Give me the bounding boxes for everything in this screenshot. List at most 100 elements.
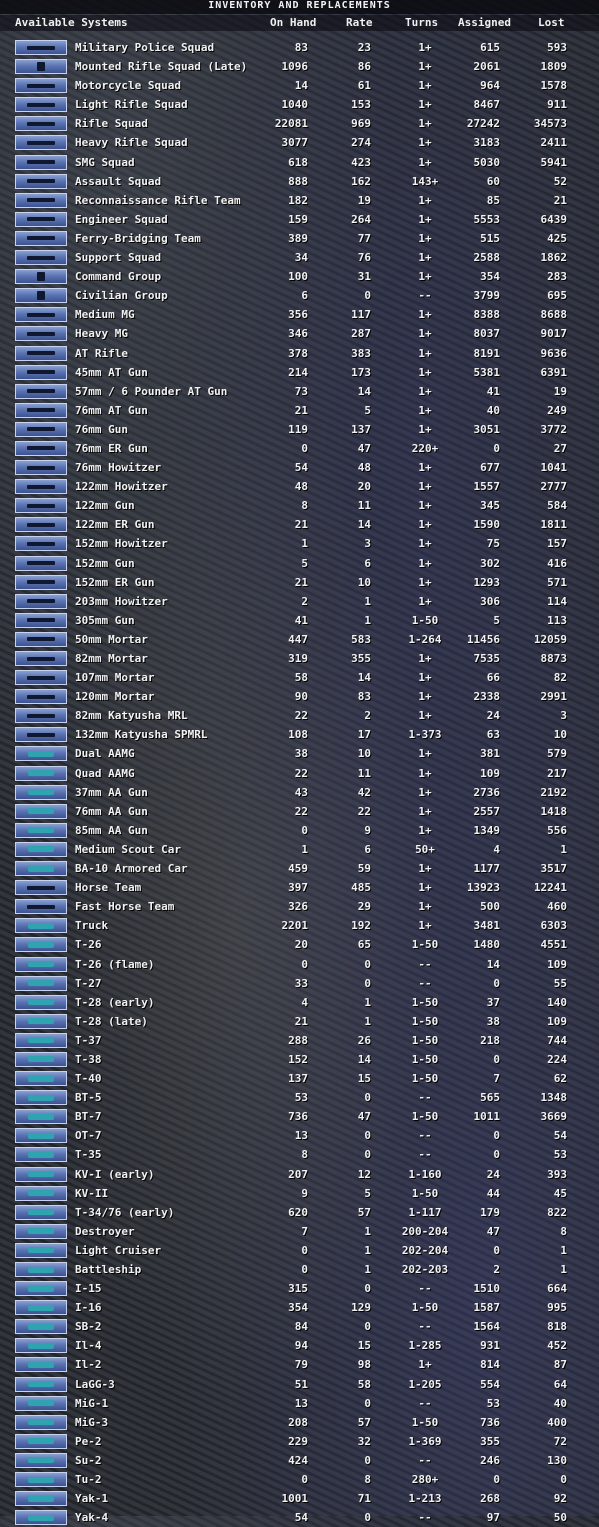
table-row[interactable]: OT-7 13 0 -- 0 54: [0, 1126, 599, 1145]
table-row[interactable]: Civilian Group 6 0 -- 3799 695: [0, 286, 599, 305]
tank-icon[interactable]: [15, 1128, 67, 1144]
table-row[interactable]: 305mm Gun 41 1 1-50 5 113: [0, 611, 599, 630]
table-row[interactable]: Tu-2 0 8 280+ 0 0: [0, 1470, 599, 1489]
gun-icon[interactable]: [15, 402, 67, 418]
table-row[interactable]: 82mm Mortar 319 355 1+ 7535 8873: [0, 649, 599, 668]
smg-icon[interactable]: [15, 154, 67, 170]
aircraft-icon[interactable]: [15, 1433, 67, 1449]
smg-icon[interactable]: [15, 173, 67, 189]
gun-icon[interactable]: [15, 479, 67, 495]
table-row[interactable]: 85mm AA Gun 0 9 1+ 1349 556: [0, 821, 599, 840]
table-row[interactable]: Assault Squad 888 162 143+ 60 52: [0, 172, 599, 191]
table-row[interactable]: KV-II 9 5 1-50 44 45: [0, 1184, 599, 1203]
tank-icon[interactable]: [15, 994, 67, 1010]
aircraft-icon[interactable]: [15, 1319, 67, 1335]
table-row[interactable]: Mounted Rifle Squad (Late) 1096 86 1+ 2061 18…: [0, 57, 599, 76]
table-row[interactable]: T-26 20 65 1-50 1480 4551: [0, 935, 599, 954]
aircraft-icon[interactable]: [15, 1395, 67, 1411]
tank-icon[interactable]: [15, 1051, 67, 1067]
table-row[interactable]: Rifle Squad 22081 969 1+ 27242 34573: [0, 114, 599, 133]
gun-icon[interactable]: [15, 593, 67, 609]
table-row[interactable]: Dual AAMG 38 10 1+ 381 579: [0, 744, 599, 763]
table-row[interactable]: T-34/76 (early) 620 57 1-117 179 822: [0, 1203, 599, 1222]
rifle-icon[interactable]: [15, 135, 67, 151]
rifle-icon[interactable]: [15, 192, 67, 208]
gun-icon[interactable]: [15, 536, 67, 552]
table-row[interactable]: SB-2 84 0 -- 1564 818: [0, 1317, 599, 1336]
aircraft-icon[interactable]: [15, 1452, 67, 1468]
table-row[interactable]: Military Police Squad 83 23 1+ 615 593: [0, 38, 599, 57]
truck-icon[interactable]: [15, 918, 67, 934]
rocket-launcher-icon[interactable]: [15, 727, 67, 743]
aircraft-icon[interactable]: [15, 1300, 67, 1316]
aircraft-icon[interactable]: [15, 1491, 67, 1507]
table-row[interactable]: 45mm AT Gun 214 173 1+ 5381 6391: [0, 363, 599, 382]
aa-gun-icon[interactable]: [15, 765, 67, 781]
armored-car-icon[interactable]: [15, 841, 67, 857]
header-assigned[interactable]: Assigned: [458, 15, 511, 31]
tank-icon[interactable]: [15, 1090, 67, 1106]
table-row[interactable]: Il-4 94 15 1-285 931 452: [0, 1336, 599, 1355]
mortar-icon[interactable]: [15, 631, 67, 647]
table-row[interactable]: T-26 (flame) 0 0 -- 14 109: [0, 955, 599, 974]
table-row[interactable]: T-38 152 14 1-50 0 224: [0, 1050, 599, 1069]
table-row[interactable]: Medium MG 356 117 1+ 8388 8688: [0, 305, 599, 324]
tank-icon[interactable]: [15, 1204, 67, 1220]
table-row[interactable]: 76mm Gun 119 137 1+ 3051 3772: [0, 420, 599, 439]
table-row[interactable]: SMG Squad 618 423 1+ 5030 5941: [0, 153, 599, 172]
table-row[interactable]: 76mm AT Gun 21 5 1+ 40 249: [0, 401, 599, 420]
table-row[interactable]: Support Squad 34 76 1+ 2588 1862: [0, 248, 599, 267]
table-row[interactable]: Pe-2 229 32 1-369 355 72: [0, 1432, 599, 1451]
header-available-systems[interactable]: Available Systems: [15, 15, 128, 31]
header-turns[interactable]: Turns: [405, 15, 438, 31]
table-row[interactable]: Truck 2201 192 1+ 3481 6303: [0, 916, 599, 935]
table-row[interactable]: Ferry-Bridging Team 389 77 1+ 515 425: [0, 229, 599, 248]
machine-gun-icon[interactable]: [15, 307, 67, 323]
table-row[interactable]: I-16 354 129 1-50 1587 995: [0, 1298, 599, 1317]
table-row[interactable]: Horse Team 397 485 1+ 13923 12241: [0, 878, 599, 897]
table-row[interactable]: MiG-3 208 57 1-50 736 400: [0, 1413, 599, 1432]
gun-icon[interactable]: [15, 555, 67, 571]
gun-icon[interactable]: [15, 440, 67, 456]
table-row[interactable]: Motorcycle Squad 14 61 1+ 964 1578: [0, 76, 599, 95]
table-row[interactable]: Fast Horse Team 326 29 1+ 500 460: [0, 897, 599, 916]
gun-icon[interactable]: [15, 364, 67, 380]
table-row[interactable]: 122mm ER Gun 21 14 1+ 1590 1811: [0, 515, 599, 534]
tank-icon[interactable]: [15, 1013, 67, 1029]
table-row[interactable]: Medium Scout Car 1 6 50+ 4 1: [0, 840, 599, 859]
table-row[interactable]: T-35 8 0 -- 0 53: [0, 1145, 599, 1164]
tank-icon[interactable]: [15, 1166, 67, 1182]
table-row[interactable]: 37mm AA Gun 43 42 1+ 2736 2192: [0, 783, 599, 802]
tank-icon[interactable]: [15, 1147, 67, 1163]
table-row[interactable]: 152mm ER Gun 21 10 1+ 1293 571: [0, 573, 599, 592]
header-on-hand[interactable]: On Hand: [270, 15, 316, 31]
table-row[interactable]: KV-I (early) 207 12 1-160 24 393: [0, 1165, 599, 1184]
aircraft-icon[interactable]: [15, 1338, 67, 1354]
aircraft-icon[interactable]: [15, 1376, 67, 1392]
aa-gun-icon[interactable]: [15, 803, 67, 819]
table-row[interactable]: Quad AAMG 22 11 1+ 109 217: [0, 764, 599, 783]
rifle-icon[interactable]: [15, 78, 67, 94]
table-row[interactable]: T-37 288 26 1-50 218 744: [0, 1031, 599, 1050]
table-row[interactable]: 120mm Mortar 90 83 1+ 2338 2991: [0, 687, 599, 706]
mortar-icon[interactable]: [15, 670, 67, 686]
header-rate[interactable]: Rate: [346, 15, 373, 31]
mortar-icon[interactable]: [15, 689, 67, 705]
table-row[interactable]: Su-2 424 0 -- 246 130: [0, 1451, 599, 1470]
table-row[interactable]: Heavy MG 346 287 1+ 8037 9017: [0, 324, 599, 343]
mortar-icon[interactable]: [15, 651, 67, 666]
tank-icon[interactable]: [15, 956, 67, 972]
table-row[interactable]: Light Rifle Squad 1040 153 1+ 8467 911: [0, 95, 599, 114]
tank-icon[interactable]: [15, 1109, 67, 1125]
aircraft-icon[interactable]: [15, 1281, 67, 1297]
table-row[interactable]: 203mm Howitzer 2 1 1+ 306 114: [0, 592, 599, 611]
aa-gun-icon[interactable]: [15, 784, 67, 800]
aa-gun-icon[interactable]: [15, 746, 67, 762]
table-row[interactable]: 76mm ER Gun 0 47 220+ 0 27: [0, 439, 599, 458]
gun-icon[interactable]: [15, 498, 67, 514]
gun-icon[interactable]: [15, 460, 67, 476]
horse-icon[interactable]: [15, 899, 67, 915]
table-row[interactable]: LaGG-3 51 58 1-205 554 64: [0, 1375, 599, 1394]
table-row[interactable]: 76mm AA Gun 22 22 1+ 2557 1418: [0, 802, 599, 821]
aircraft-icon[interactable]: [15, 1510, 67, 1526]
